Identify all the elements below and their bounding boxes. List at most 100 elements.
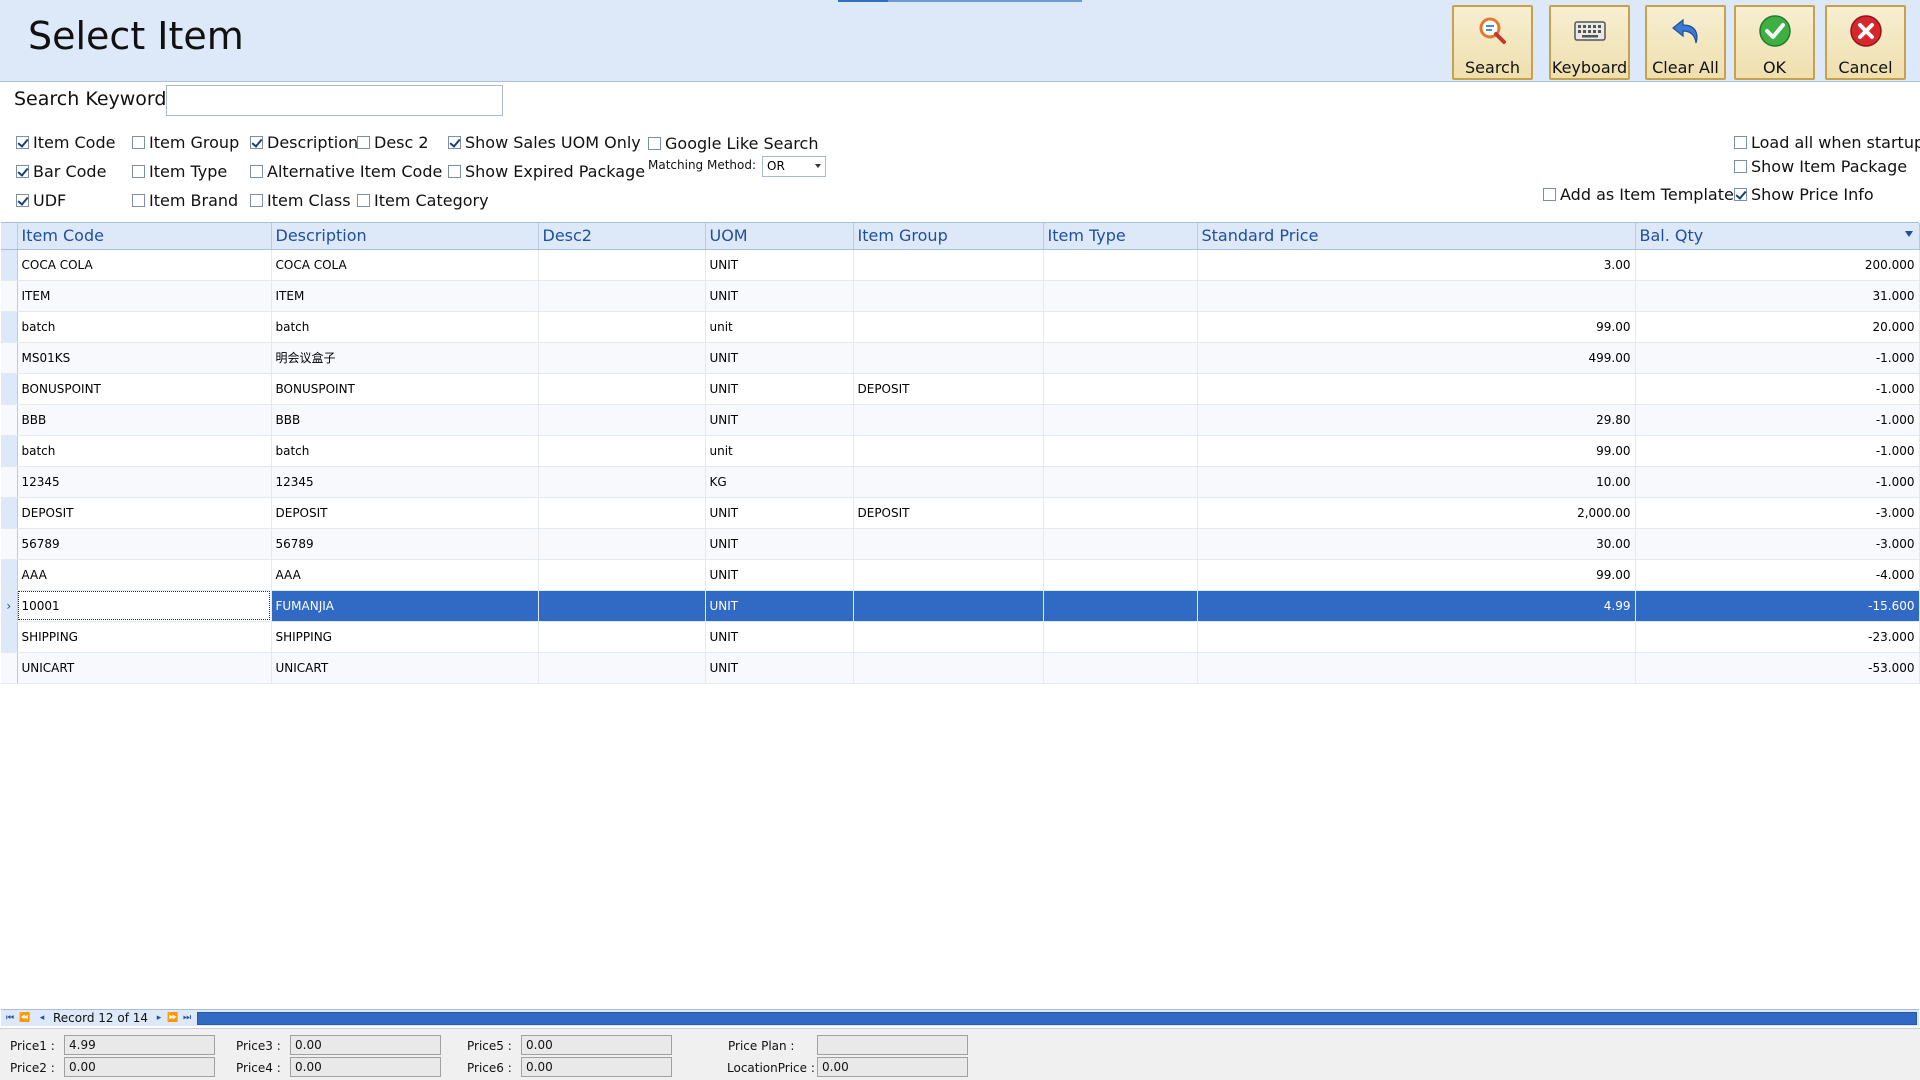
cell-item-type[interactable] (1043, 404, 1198, 436)
google-like-search-checkbox[interactable]: Google Like Search (648, 134, 818, 153)
cell-item-type[interactable] (1043, 466, 1198, 498)
cell-bal-qty[interactable]: -4.000 (1635, 559, 1920, 591)
cell-item-type[interactable] (1043, 311, 1198, 343)
cell-desc2[interactable] (538, 404, 706, 436)
ok-button[interactable]: OK (1734, 5, 1815, 80)
add-as-item-template-checkbox[interactable]: Add as Item Template (1543, 185, 1734, 204)
cell-item-code[interactable]: batch (17, 311, 272, 343)
cell-item-code[interactable]: BONUSPOINT (17, 373, 272, 405)
table-row[interactable]: SHIPPING SHIPPING UNIT -23.000 (1, 621, 1920, 653)
cancel-button[interactable]: Cancel (1825, 5, 1906, 80)
cell-description[interactable]: SHIPPING (271, 621, 539, 653)
cell-uom[interactable]: UNIT (705, 404, 854, 436)
cell-description[interactable]: AAA (271, 559, 539, 591)
price2-field[interactable]: 0.00 (64, 1057, 215, 1077)
first-record-icon[interactable]: ⏮ (4, 1012, 16, 1024)
cell-item-type[interactable] (1043, 373, 1198, 405)
table-row[interactable]: batch batch unit 99.00 20.000 (1, 311, 1920, 343)
cell-item-code[interactable]: BBB (17, 404, 272, 436)
cell-standard-price[interactable]: 3.00 (1197, 249, 1636, 281)
table-row[interactable]: AAA AAA UNIT 99.00 -4.000 (1, 559, 1920, 591)
cell-item-code[interactable]: UNICART (17, 652, 272, 684)
cell-uom[interactable]: UNIT (705, 621, 854, 653)
price5-field[interactable]: 0.00 (521, 1035, 672, 1055)
cell-standard-price[interactable]: 30.00 (1197, 528, 1636, 560)
item-brand-checkbox[interactable]: Item Brand (132, 191, 238, 210)
desc2-checkbox[interactable]: Desc 2 (357, 133, 429, 152)
price6-field[interactable]: 0.00 (521, 1057, 672, 1077)
matching-method-select[interactable]: OR (762, 156, 826, 177)
cell-item-code[interactable]: SHIPPING (17, 621, 272, 653)
cell-desc2[interactable] (538, 590, 706, 622)
cell-desc2[interactable] (538, 559, 706, 591)
cell-item-type[interactable] (1043, 435, 1198, 467)
show-price-info-checkbox[interactable]: Show Price Info (1734, 185, 1874, 204)
table-row[interactable]: 56789 56789 UNIT 30.00 -3.000 (1, 528, 1920, 560)
show-item-package-checkbox[interactable]: Show Item Package (1734, 157, 1907, 176)
cell-desc2[interactable] (538, 280, 706, 312)
last-record-icon[interactable]: ⏭ (181, 1012, 193, 1024)
cell-uom[interactable]: UNIT (705, 342, 854, 374)
cell-standard-price[interactable]: 29.80 (1197, 404, 1636, 436)
cell-description[interactable]: FUMANJIA (271, 590, 539, 622)
cell-item-code[interactable]: COCA COLA (17, 249, 272, 281)
table-row[interactable]: BBB BBB UNIT 29.80 -1.000 (1, 404, 1920, 436)
cell-uom[interactable]: UNIT (705, 590, 854, 622)
cell-description[interactable]: batch (271, 311, 539, 343)
cell-item-type[interactable] (1043, 528, 1198, 560)
column-header-item-group[interactable]: Item Group (853, 223, 1044, 250)
table-row[interactable]: › 10001 FUMANJIA UNIT 4.99 -15.600 (1, 590, 1920, 622)
location-price-field[interactable]: 0.00 (817, 1057, 968, 1077)
column-header-standard-price[interactable]: Standard Price (1197, 223, 1636, 250)
cell-uom[interactable]: UNIT (705, 249, 854, 281)
table-row[interactable]: UNICART UNICART UNIT -53.000 (1, 652, 1920, 684)
cell-uom[interactable]: KG (705, 466, 854, 498)
udf-checkbox[interactable]: UDF (16, 191, 66, 210)
cell-standard-price[interactable] (1197, 652, 1636, 684)
cell-description[interactable]: ITEM (271, 280, 539, 312)
cell-bal-qty[interactable]: 31.000 (1635, 280, 1920, 312)
cell-item-code[interactable]: 12345 (17, 466, 272, 498)
cell-item-type[interactable] (1043, 497, 1198, 529)
cell-item-type[interactable] (1043, 652, 1198, 684)
item-code-checkbox[interactable]: Item Code (16, 133, 115, 152)
cell-item-group[interactable] (853, 342, 1044, 374)
cell-description[interactable]: 12345 (271, 466, 539, 498)
cell-item-type[interactable] (1043, 249, 1198, 281)
cell-description[interactable]: 明会议盒子 (271, 342, 539, 374)
cell-desc2[interactable] (538, 652, 706, 684)
price-plan-field[interactable] (817, 1035, 968, 1055)
cell-standard-price[interactable] (1197, 373, 1636, 405)
cell-item-group[interactable] (853, 404, 1044, 436)
cell-item-type[interactable] (1043, 280, 1198, 312)
cell-bal-qty[interactable]: -53.000 (1635, 652, 1920, 684)
cell-desc2[interactable] (538, 373, 706, 405)
cell-bal-qty[interactable]: -15.600 (1635, 590, 1920, 622)
cell-desc2[interactable] (538, 249, 706, 281)
show-sales-uom-only-checkbox[interactable]: Show Sales UOM Only (448, 133, 641, 152)
cell-desc2[interactable] (538, 466, 706, 498)
cell-standard-price[interactable]: 99.00 (1197, 311, 1636, 343)
cell-item-code[interactable]: MS01KS (17, 342, 272, 374)
cell-item-type[interactable] (1043, 342, 1198, 374)
cell-item-code[interactable]: AAA (17, 559, 272, 591)
cell-item-group[interactable]: DEPOSIT (853, 497, 1044, 529)
cell-description[interactable]: BONUSPOINT (271, 373, 539, 405)
table-row[interactable]: 12345 12345 KG 10.00 -1.000 (1, 466, 1920, 498)
cell-bal-qty[interactable]: -1.000 (1635, 373, 1920, 405)
cell-item-type[interactable] (1043, 559, 1198, 591)
cell-desc2[interactable] (538, 311, 706, 343)
price1-field[interactable]: 4.99 (64, 1035, 215, 1055)
load-all-when-startup-checkbox[interactable]: Load all when startup (1734, 133, 1920, 152)
cell-desc2[interactable] (538, 621, 706, 653)
table-row[interactable]: ITEM ITEM UNIT 31.000 (1, 280, 1920, 312)
previous-record-icon[interactable]: ◂ (36, 1012, 48, 1024)
previous-page-icon[interactable]: ⏪ (19, 1012, 31, 1024)
item-group-checkbox[interactable]: Item Group (132, 133, 239, 152)
cell-standard-price[interactable] (1197, 621, 1636, 653)
bar-code-checkbox[interactable]: Bar Code (16, 162, 106, 181)
item-type-checkbox[interactable]: Item Type (132, 162, 227, 181)
cell-item-type[interactable] (1043, 590, 1198, 622)
cell-standard-price[interactable]: 99.00 (1197, 435, 1636, 467)
cell-item-group[interactable] (853, 280, 1044, 312)
